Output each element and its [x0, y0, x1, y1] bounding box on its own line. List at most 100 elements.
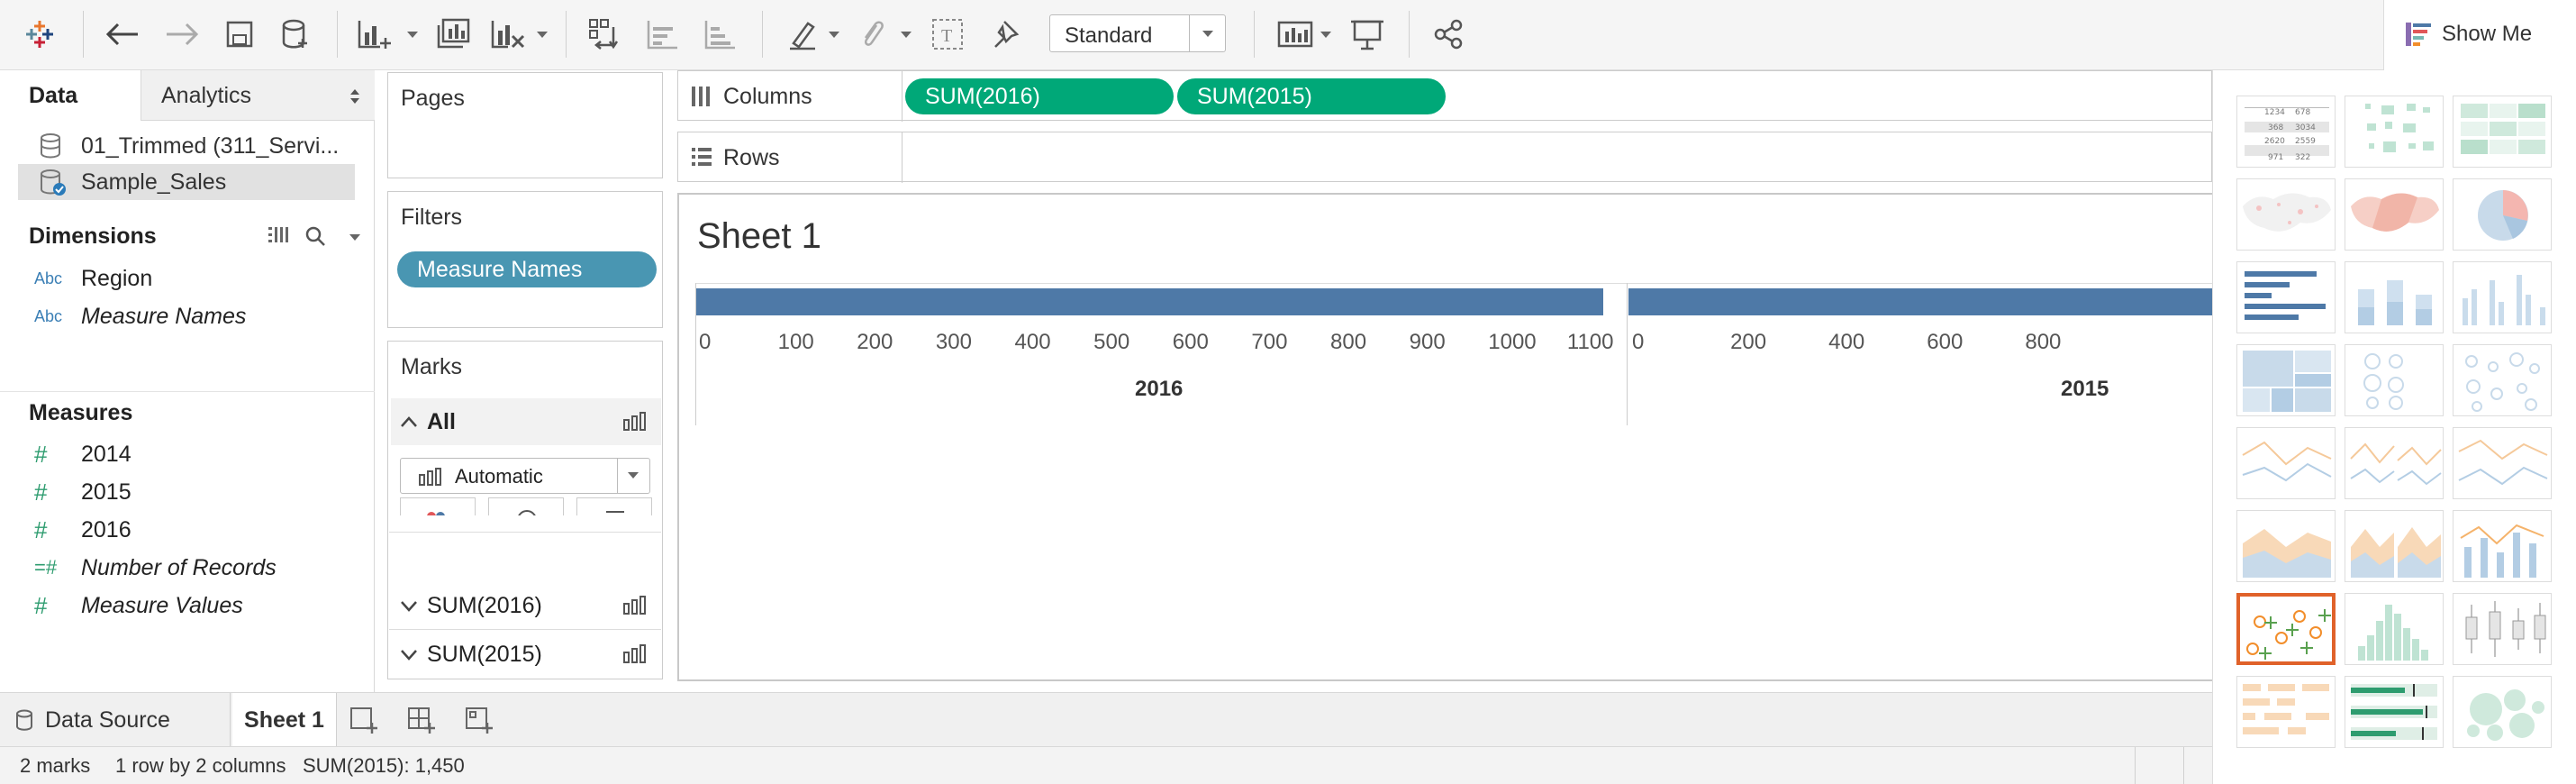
- show-me-dual-lines[interactable]: [2453, 427, 2552, 499]
- undo-icon[interactable]: [103, 14, 142, 54]
- group-icon[interactable]: [852, 14, 892, 54]
- show-me-button[interactable]: Show Me: [2383, 0, 2576, 70]
- show-me-box-and-whisker[interactable]: [2453, 593, 2552, 665]
- new-worksheet-tab-icon[interactable]: [349, 693, 385, 747]
- save-icon[interactable]: [220, 14, 259, 54]
- datasource-icon: [34, 128, 70, 164]
- measure-number-of-records[interactable]: =# Number of Records: [34, 552, 277, 584]
- show-me-gantt-chart[interactable]: [2236, 676, 2336, 748]
- show-me-histogram[interactable]: [2345, 593, 2444, 665]
- sort-ascending-icon[interactable]: [643, 14, 683, 54]
- toolbar: T Standard: [0, 0, 2576, 70]
- show-me-dual-combination[interactable]: [2453, 510, 2552, 582]
- duplicate-sheet-icon[interactable]: [432, 14, 476, 54]
- measures-title: Measures: [29, 400, 133, 425]
- tab-data[interactable]: Data: [0, 70, 141, 121]
- show-me-area-discrete[interactable]: [2345, 510, 2444, 582]
- columns-shelf[interactable]: Columns SUM(2016) SUM(2015): [677, 70, 2212, 122]
- show-me-scatter-plot[interactable]: [2236, 593, 2336, 665]
- show-me-lines-continuous[interactable]: [2236, 427, 2336, 499]
- column-pill-sum-2015[interactable]: SUM(2015): [1177, 78, 1446, 114]
- marks-all-label: All: [427, 408, 456, 434]
- show-me-area-continuous[interactable]: [2236, 510, 2336, 582]
- measure-values[interactable]: # Measure Values: [34, 589, 243, 622]
- redo-icon[interactable]: [162, 14, 202, 54]
- dimension-region[interactable]: Abc Region: [34, 262, 152, 295]
- show-me-text-table[interactable]: 1234 678 368 3034 2620 2559 971 322: [2236, 96, 2336, 168]
- pages-card[interactable]: Pages: [387, 72, 663, 178]
- pane-2016[interactable]: 0 100 200 300 400 500 600 700 800 900 1000 1100 201…: [695, 283, 1627, 425]
- show-me-stacked-bars[interactable]: [2345, 261, 2444, 333]
- datasource-item-selected[interactable]: Sample_Sales: [18, 164, 355, 200]
- show-me-highlight-table[interactable]: [2453, 96, 2552, 168]
- sort-descending-icon[interactable]: [701, 14, 740, 54]
- measure-2015[interactable]: # 2015: [34, 476, 132, 508]
- axis-tick-label: 400: [1014, 330, 1051, 354]
- marks-row-sum-2015[interactable]: SUM(2015): [391, 631, 661, 678]
- dimensions-menu-icon[interactable]: [349, 234, 360, 241]
- rows-shelf[interactable]: Rows: [677, 132, 2212, 183]
- marks-row-sum-2016[interactable]: SUM(2016): [391, 582, 661, 629]
- svg-text:2620: 2620: [2264, 137, 2285, 146]
- show-me-packed-bubbles[interactable]: [2453, 676, 2552, 748]
- datasource-name: 01_Trimmed (311_Servi...: [81, 132, 340, 159]
- highlight-icon[interactable]: [784, 14, 823, 54]
- new-worksheet-icon[interactable]: [353, 14, 396, 54]
- tab-analytics[interactable]: Analytics: [141, 70, 375, 121]
- marks-all-row[interactable]: All: [391, 398, 661, 445]
- new-story-tab-icon[interactable]: [465, 693, 501, 747]
- rows-label: Rows: [723, 145, 780, 170]
- axis-tick-label: 500: [1093, 330, 1130, 354]
- show-me-symbol-map[interactable]: [2236, 178, 2336, 251]
- status-rows-columns: 1 row by 2 columns: [115, 754, 286, 777]
- color-icon: [427, 512, 445, 515]
- show-me-icon: [2406, 23, 2431, 46]
- show-me-side-by-side-circles[interactable]: [2453, 344, 2552, 416]
- show-me-pie-chart[interactable]: [2453, 178, 2552, 251]
- measure-2016[interactable]: # 2016: [34, 514, 132, 546]
- label-button[interactable]: [576, 497, 652, 515]
- show-me-lines-discrete[interactable]: [2345, 427, 2444, 499]
- worksheet-view[interactable]: Sheet 1 0 100 200 300 400 500 600 700 800 900 1000…: [677, 193, 2383, 681]
- pin-icon[interactable]: [985, 14, 1025, 54]
- dimension-measure-names[interactable]: Abc Measure Names: [34, 300, 246, 333]
- show-me-bullet-graph[interactable]: [2345, 676, 2444, 748]
- column-pill-sum-2016[interactable]: SUM(2016): [905, 78, 1174, 114]
- axis-tick-label: 0: [1632, 330, 1645, 354]
- filters-card[interactable]: Filters Measure Names: [387, 191, 663, 328]
- view-list-icon[interactable]: [268, 225, 294, 245]
- new-dashboard-tab-icon[interactable]: [407, 693, 443, 747]
- show-me-circle-views[interactable]: [2345, 344, 2444, 416]
- show-me-heat-map[interactable]: [2345, 96, 2444, 168]
- field-label: 2014: [81, 441, 132, 467]
- show-me-filled-map[interactable]: [2345, 178, 2444, 251]
- show-me-side-by-side-bars[interactable]: [2453, 261, 2552, 333]
- color-button[interactable]: [400, 497, 476, 515]
- filter-pill-measure-names[interactable]: Measure Names: [397, 251, 657, 287]
- show-labels-icon[interactable]: T: [928, 14, 967, 54]
- presentation-icon[interactable]: [1346, 14, 1389, 54]
- svg-text:971: 971: [2268, 153, 2283, 162]
- size-icon: [518, 510, 536, 515]
- mark-type-dropdown[interactable]: Automatic: [400, 458, 650, 494]
- string-type-icon: Abc: [34, 306, 63, 325]
- datasource-item[interactable]: 01_Trimmed (311_Servi...: [18, 128, 355, 164]
- data-source-tab[interactable]: Data Source: [0, 693, 231, 747]
- new-datasource-icon[interactable]: [276, 14, 315, 54]
- columns-label: Columns: [723, 84, 812, 109]
- size-button[interactable]: [488, 497, 564, 515]
- columns-icon: [692, 87, 710, 106]
- fit-dropdown[interactable]: Standard: [1049, 14, 1226, 52]
- show-me-treemap[interactable]: [2236, 344, 2336, 416]
- show-me-horizontal-bars[interactable]: [2236, 261, 2336, 333]
- show-cards-icon[interactable]: [1274, 14, 1317, 54]
- share-icon[interactable]: [1429, 14, 1468, 54]
- search-icon[interactable]: [304, 225, 326, 247]
- chevron-down-icon[interactable]: [617, 459, 649, 493]
- clear-sheet-icon[interactable]: [486, 14, 530, 54]
- measure-2014[interactable]: # 2014: [34, 438, 132, 470]
- tab-sheet-1[interactable]: Sheet 1: [232, 693, 337, 747]
- tableau-logo-icon[interactable]: [20, 14, 59, 54]
- chevron-down-icon[interactable]: [1189, 15, 1225, 51]
- swap-icon[interactable]: [585, 14, 625, 54]
